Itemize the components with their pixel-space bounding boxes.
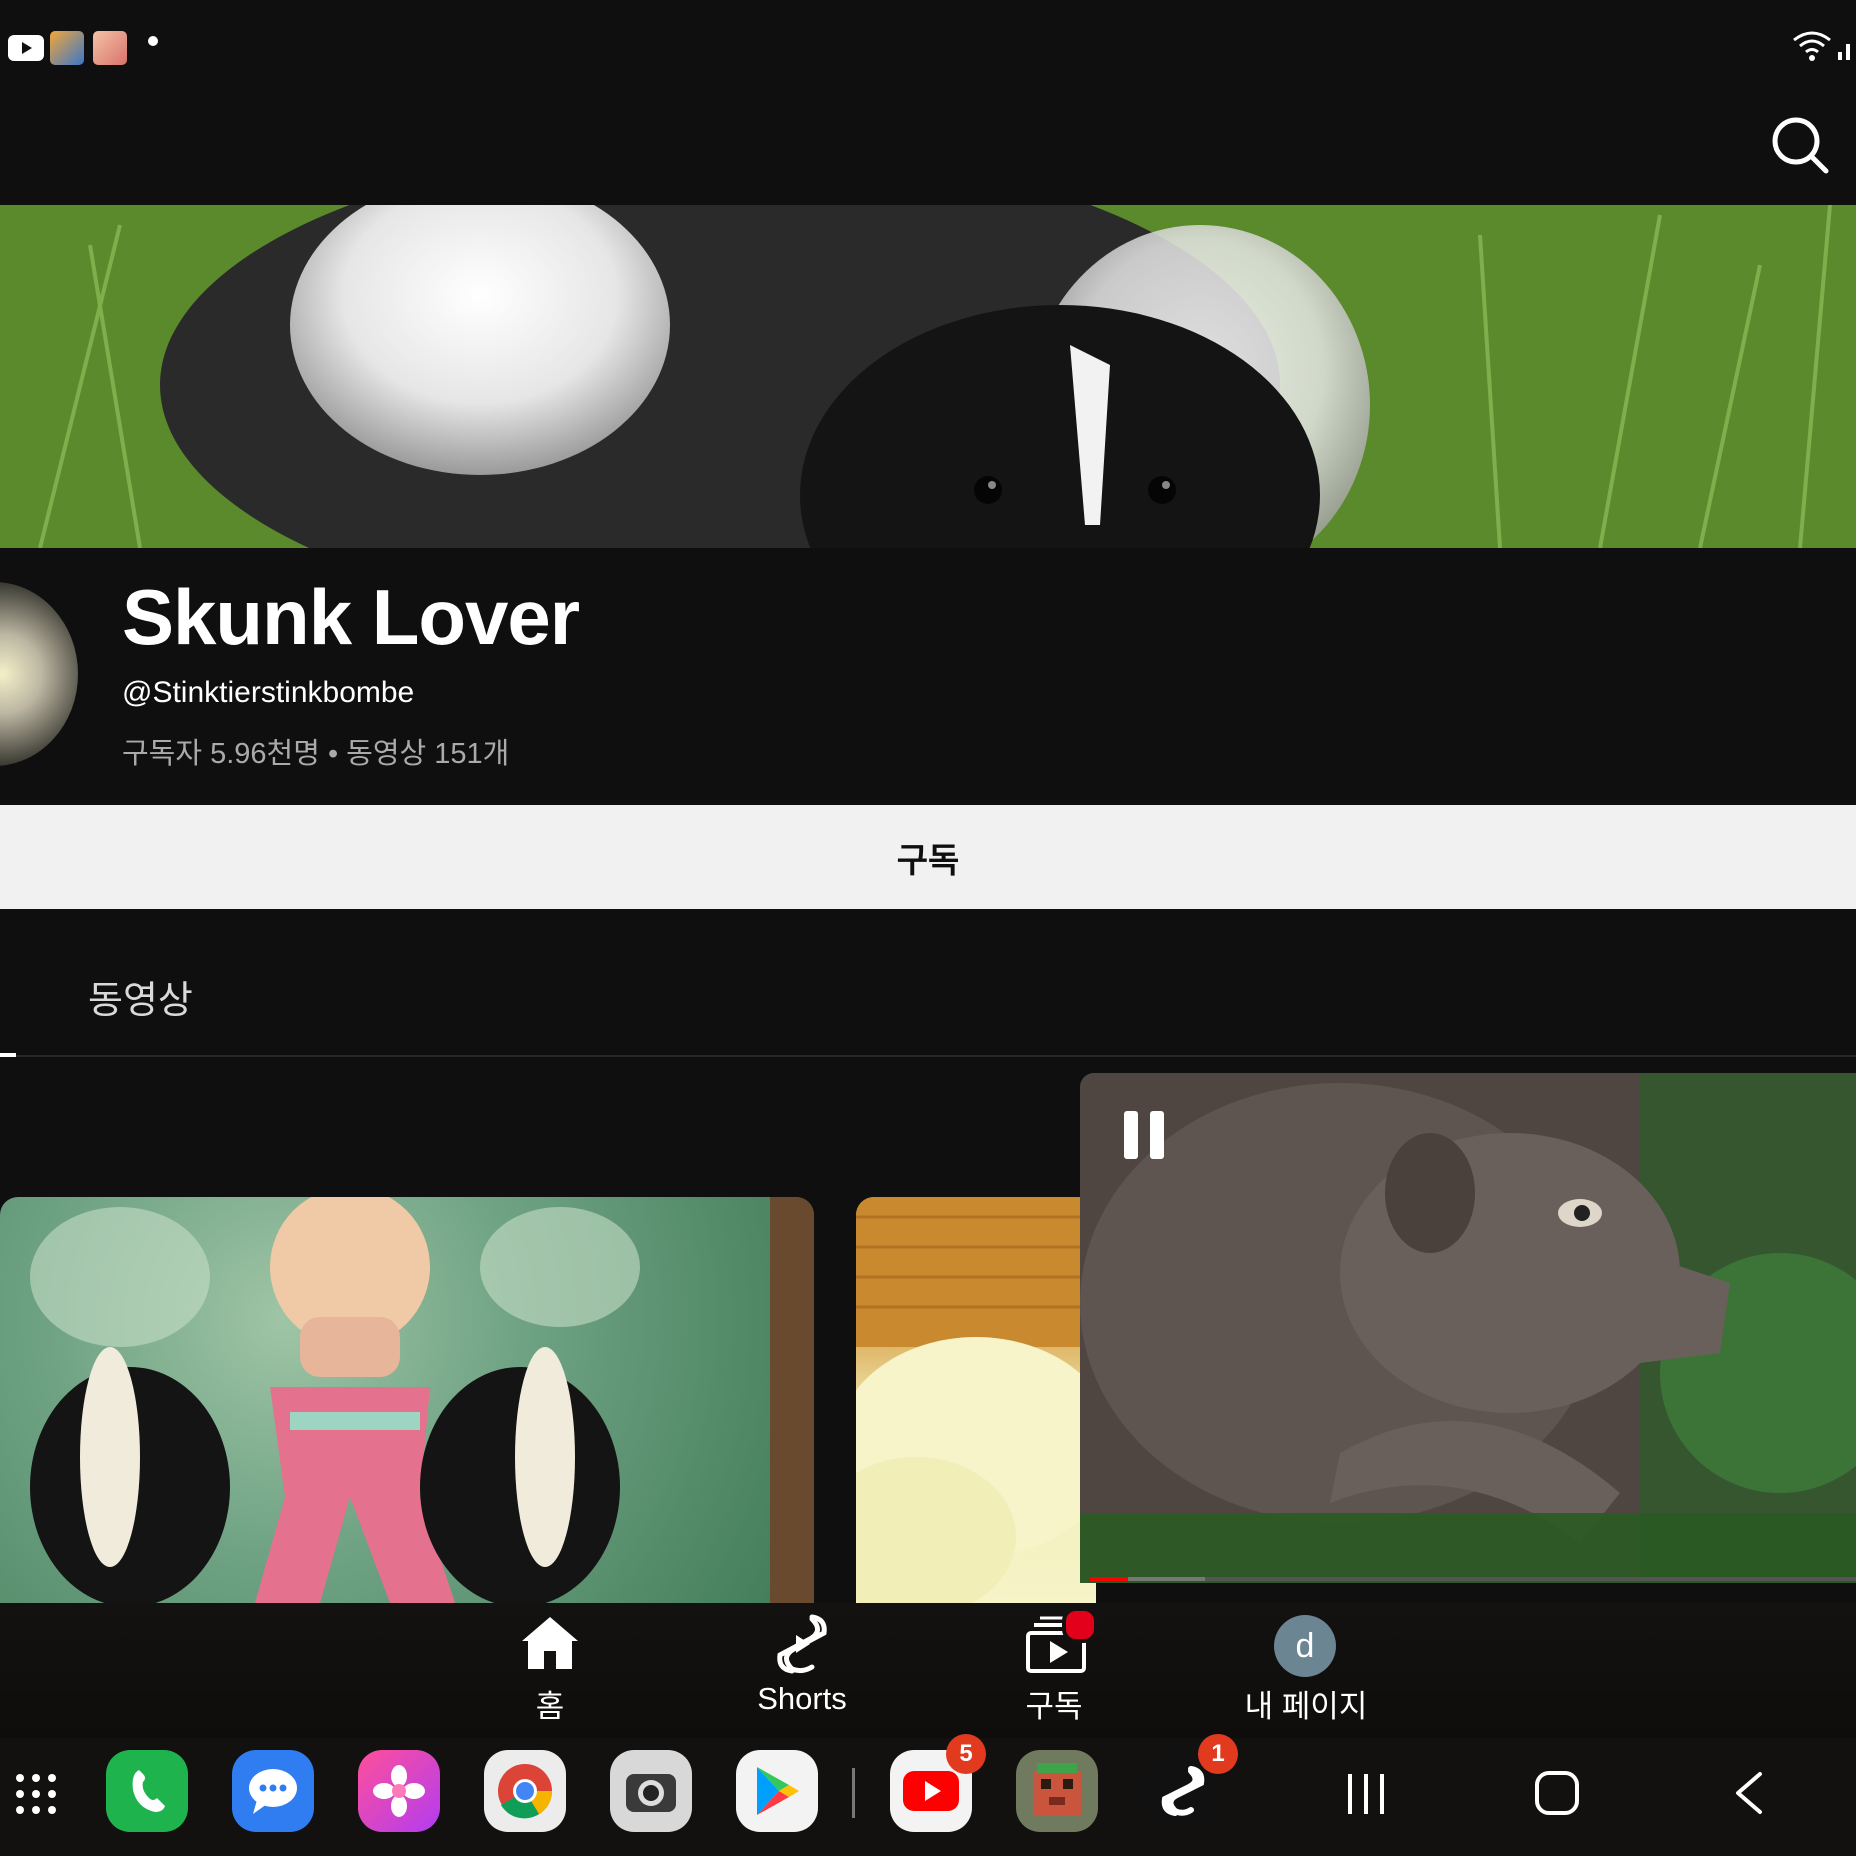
mini-player-progress[interactable] [1090,1577,1856,1581]
tab-indicator [0,1053,16,1057]
channel-banner [0,205,1856,548]
messages-icon[interactable] [232,1750,314,1832]
subscriptions-new-dot [1062,1607,1098,1643]
app-drawer-icon[interactable] [14,1772,58,1816]
android-dock: 5 1 [0,1734,1856,1856]
chrome-icon[interactable] [484,1750,566,1832]
channel-handle: @Stinktierstinkbombe [122,676,415,709]
nav-label-shorts: Shorts [757,1681,847,1716]
shorts-icon [777,1614,827,1674]
mini-player-played [1090,1577,1129,1581]
status-bar [0,0,1856,95]
nav-label-subscriptions: 구독 [1025,1689,1083,1724]
channel-title: Skunk Lover [122,573,580,661]
video-thumbnail-1[interactable] [0,1197,814,1603]
channel-tabs: 동영상 [0,909,1856,1057]
signal-icon [1838,44,1850,60]
game-notification-icon-1 [50,31,84,65]
youtube-icon[interactable]: 5 [890,1734,986,1832]
channel-stats: 구독자 5.96천명 • 동영상 151개 [122,738,510,770]
dock-divider [852,1768,855,1818]
youtube-badge: 5 [946,1734,986,1774]
phone-icon[interactable] [106,1750,188,1832]
game-icon[interactable] [1016,1750,1098,1832]
game-notification-icon-2 [93,31,127,65]
wifi-icon [1793,31,1831,61]
home-button[interactable] [1534,1770,1580,1816]
pause-icon-bar-2 [1150,1111,1164,1159]
avatar-icon: d [1274,1615,1336,1677]
search-icon[interactable] [1770,115,1830,175]
recents-button[interactable] [1344,1772,1388,1816]
pause-icon[interactable] [1124,1111,1138,1159]
tab-videos[interactable]: 동영상 [88,969,193,1024]
top-app-bar [0,95,1856,205]
shorts-app-badge: 1 [1198,1734,1238,1774]
home-icon [522,1617,578,1669]
video-thumbnail-2[interactable] [856,1197,1096,1603]
play-store-icon[interactable] [736,1750,818,1832]
bottom-navigation: 홈 Shorts 구독 d 내 페이지 [0,1603,1856,1738]
gallery-icon[interactable] [358,1750,440,1832]
subscribe-button[interactable]: 구독 [0,805,1856,909]
back-button[interactable] [1730,1770,1770,1816]
shorts-app-icon[interactable]: 1 [1142,1734,1238,1832]
more-notifications-dot [148,36,158,46]
nav-label-home: 홈 [535,1689,565,1724]
nav-label-my-page: 내 페이지 [1244,1689,1368,1724]
camera-icon[interactable] [610,1750,692,1832]
mini-player[interactable] [1080,1073,1856,1583]
youtube-notification-icon [8,35,44,61]
channel-avatar[interactable] [0,582,78,766]
